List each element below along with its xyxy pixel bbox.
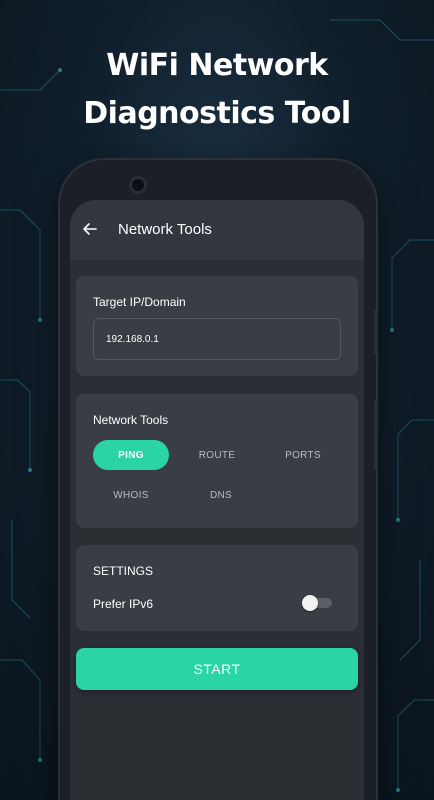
target-card: Target IP/Domain xyxy=(76,276,358,376)
prefer-ipv6-label: Prefer IPv6 xyxy=(93,597,154,611)
prefer-ipv6-toggle[interactable] xyxy=(302,595,332,611)
tool-dns-button[interactable]: DNS xyxy=(183,480,259,510)
settings-card: SETTINGS Prefer IPv6 xyxy=(76,545,358,631)
front-camera xyxy=(129,176,147,194)
app-screen: Network Tools Target IP/Domain Network T… xyxy=(70,200,364,800)
page-title: Network Tools xyxy=(118,221,212,238)
start-button[interactable]: START xyxy=(76,648,358,690)
phone-side-button xyxy=(374,400,378,470)
phone-side-button xyxy=(374,310,378,354)
toggle-thumb xyxy=(302,595,318,611)
app-bar: Network Tools xyxy=(70,200,364,260)
tool-whois-button[interactable]: WHOIS xyxy=(93,480,169,510)
tool-ports-button[interactable]: PORTS xyxy=(265,440,341,470)
network-tools-label: Network Tools xyxy=(93,413,169,427)
promo-headline-line1: WiFi Network xyxy=(106,48,328,83)
target-ip-input[interactable] xyxy=(93,318,341,360)
arrow-left-icon[interactable] xyxy=(82,221,98,237)
tool-ping-button[interactable]: PING xyxy=(93,440,169,470)
target-label: Target IP/Domain xyxy=(93,295,186,309)
promo-headline-line2: Diagnostics Tool xyxy=(83,96,351,131)
promo-headline: WiFi Network Diagnostics Tool xyxy=(0,42,434,138)
settings-heading: SETTINGS xyxy=(93,564,154,578)
network-tools-card: Network Tools PING ROUTE PORTS WHOIS DNS xyxy=(76,394,358,528)
tool-route-button[interactable]: ROUTE xyxy=(179,440,255,470)
